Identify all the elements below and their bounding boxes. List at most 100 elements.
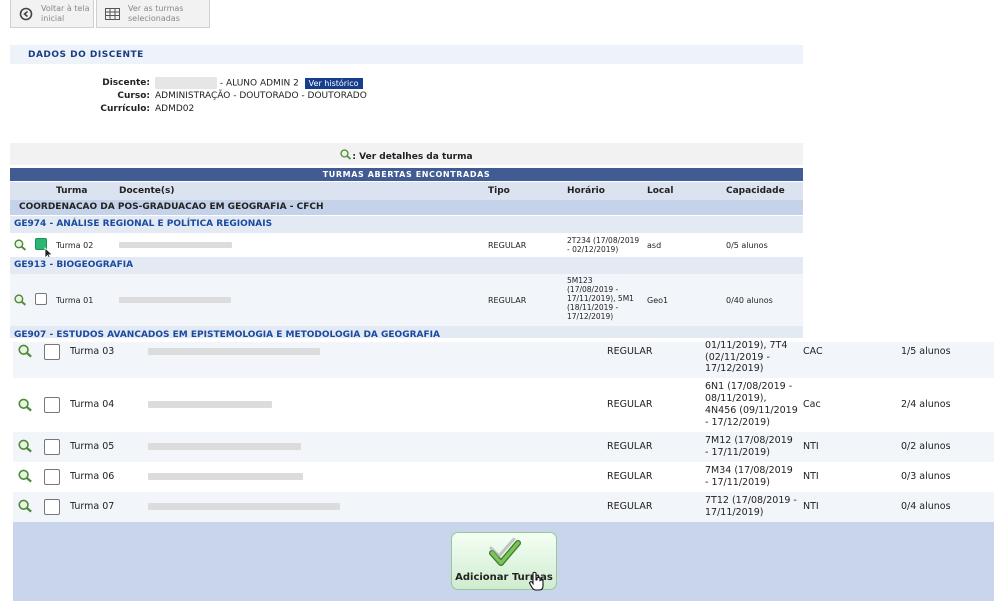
curriculo-label: Currículo: xyxy=(100,104,150,114)
redacted-teacher xyxy=(119,242,232,248)
capacidade: 0/5 alunos xyxy=(726,241,768,250)
horario-line-1: 2T234 (17/08/2019 xyxy=(567,236,640,245)
discente-value-row: - ALUNO ADMIN 2 Ver histórico xyxy=(155,77,363,89)
view-details-icon[interactable] xyxy=(18,344,33,358)
discente-value: - ALUNO ADMIN 2 xyxy=(219,78,299,89)
tipo: REGULAR xyxy=(488,296,527,305)
horario-line-1: 7M34 (17/08/2019 xyxy=(705,465,793,476)
table-row: Turma 05 REGULAR 7M12 (17/08/2019 - 17/1… xyxy=(13,432,994,462)
horario-line-2: (17/08/2019 - xyxy=(567,285,619,294)
horario-line-3: 17/11/2019), 5M1 xyxy=(567,294,634,303)
select-class-checkbox[interactable] xyxy=(35,293,47,305)
view-details-icon[interactable] xyxy=(18,469,33,483)
local: asd xyxy=(647,241,662,250)
horario-line-1: 5M123 xyxy=(567,276,593,285)
horario-line-3: 17/12/2019) xyxy=(705,363,764,374)
table-row: Turma 02 REGULAR 2T234 (17/08/2019 - 02/… xyxy=(10,233,803,261)
turma-name: Turma 07 xyxy=(70,501,115,512)
curriculo-value: ADMD02 xyxy=(155,104,195,114)
local: Geo1 xyxy=(647,296,669,305)
table-row: Turma 07 REGULAR 7T12 (17/08/2019 - 17/1… xyxy=(13,492,994,522)
back-home-label-1: Voltar à tela xyxy=(41,3,90,13)
table-grid-icon xyxy=(105,7,120,20)
tipo: REGULAR xyxy=(607,471,653,482)
capacidade: 0/4 alunos xyxy=(901,501,951,512)
turma-name: Turma 04 xyxy=(70,399,115,410)
redacted-name xyxy=(155,77,217,89)
capacidade: 1/5 alunos xyxy=(901,346,951,357)
col-docente: Docente(s) xyxy=(119,186,175,196)
view-details-icon[interactable] xyxy=(14,239,27,251)
horario-line-2: - 02/12/2019) xyxy=(567,245,619,254)
redacted-teacher xyxy=(148,348,320,355)
horario-line-4: (18/11/2019 - xyxy=(567,303,619,312)
table-row: Turma 03 REGULAR 01/11/2019), 7T4 (02/11… xyxy=(13,340,994,378)
view-details-icon[interactable] xyxy=(18,439,33,453)
redacted-teacher xyxy=(119,297,231,303)
turma-name: Turma 06 xyxy=(70,471,115,482)
view-details-icon[interactable] xyxy=(18,499,33,513)
horario-line-1: 01/11/2019), 7T4 xyxy=(705,340,788,351)
col-local: Local xyxy=(647,186,674,196)
back-home-button[interactable]: Voltar à tela inicial xyxy=(10,0,94,28)
curso-label: Curso: xyxy=(117,91,150,101)
horario-line-2: (02/11/2019 - xyxy=(705,352,770,363)
redacted-teacher xyxy=(148,473,303,480)
turma-name: Turma 01 xyxy=(56,296,94,305)
capacidade: 0/40 alunos xyxy=(726,296,773,305)
course-group-header: GE907 - ESTUDOS AVANCADOS EM EPISTEMOLOG… xyxy=(10,326,803,338)
select-class-checkbox[interactable] xyxy=(44,439,60,455)
turma-name: Turma 02 xyxy=(56,241,94,250)
horario-line-4: - 17/12/2019) xyxy=(705,417,770,428)
select-class-checkbox[interactable] xyxy=(44,397,60,413)
tipo: REGULAR xyxy=(607,399,653,410)
redacted-teacher xyxy=(148,503,340,510)
back-home-label-2: inicial xyxy=(41,13,65,23)
table-row: Turma 01 REGULAR 5M123 (17/08/2019 - 17/… xyxy=(10,274,803,326)
table-row: Turma 04 REGULAR 6N1 (17/08/2019 - 08/11… xyxy=(13,378,994,432)
horario-line-5: 17/12/2019) xyxy=(567,312,614,321)
select-class-checkbox[interactable] xyxy=(44,499,60,515)
hand-cursor-icon xyxy=(528,571,544,591)
horario-line-2: - 17/11/2019) xyxy=(705,447,770,458)
view-history-button[interactable]: Ver histórico xyxy=(304,77,363,89)
turma-name: Turma 03 xyxy=(70,346,115,357)
horario-line-2: - 17/11/2019) xyxy=(705,477,770,488)
table-row: Turma 06 REGULAR 7M34 (17/08/2019 - 17/1… xyxy=(13,462,994,492)
horario-line-1: 6N1 (17/08/2019 - xyxy=(705,381,793,392)
discente-label: Discente: xyxy=(102,78,150,88)
course-group-header: GE974 - ANÁLISE REGIONAL E POLÍTICA REGI… xyxy=(10,216,803,233)
col-turma: Turma xyxy=(56,186,88,196)
local: NTI xyxy=(803,471,819,482)
course-group-header: GE913 - BIOGEOGRAFIA xyxy=(10,257,803,274)
select-class-checkbox[interactable] xyxy=(44,469,60,485)
col-capacidade: Capacidade xyxy=(726,186,785,196)
tipo: REGULAR xyxy=(607,501,653,512)
redacted-teacher xyxy=(148,401,272,408)
capacidade: 0/2 alunos xyxy=(901,441,951,452)
horario-line-3: 4N456 (09/11/2019 xyxy=(705,405,798,416)
back-arrow-icon xyxy=(19,7,33,20)
redacted-teacher xyxy=(148,443,301,450)
table-header-row: Turma Docente(s) Tipo Horário Local Capa… xyxy=(10,182,803,200)
view-selected-classes-button[interactable]: Ver as turmas selecionadas xyxy=(96,0,210,28)
horario-line-1: 7T12 (17/08/2019 - xyxy=(705,495,797,506)
horario-line-1: 7M12 (17/08/2019 xyxy=(705,435,793,446)
local: CAC xyxy=(803,346,823,357)
checkmark-icon xyxy=(489,538,521,566)
view-selected-label-2: selecionadas xyxy=(128,13,180,23)
capacidade: 2/4 alunos xyxy=(901,399,951,410)
open-classes-table-title: Turmas Abertas Encontradas xyxy=(10,168,803,181)
select-class-checkbox[interactable] xyxy=(44,344,60,360)
horario-line-2: 17/11/2019) xyxy=(705,507,764,518)
local: Cac xyxy=(803,399,821,410)
tipo: REGULAR xyxy=(607,441,653,452)
course-group-clip: GE907 - ESTUDOS AVANCADOS EM EPISTEMOLOG… xyxy=(10,326,803,338)
tipo: REGULAR xyxy=(488,241,527,250)
details-legend: : Ver detalhes da turma xyxy=(10,143,803,165)
add-classes-button[interactable]: Adicionar Turmas xyxy=(451,532,557,591)
tipo: REGULAR xyxy=(607,346,653,357)
view-details-icon[interactable] xyxy=(14,294,27,306)
student-data-header: Dados do Discente xyxy=(10,45,803,64)
view-details-icon[interactable] xyxy=(18,398,33,412)
